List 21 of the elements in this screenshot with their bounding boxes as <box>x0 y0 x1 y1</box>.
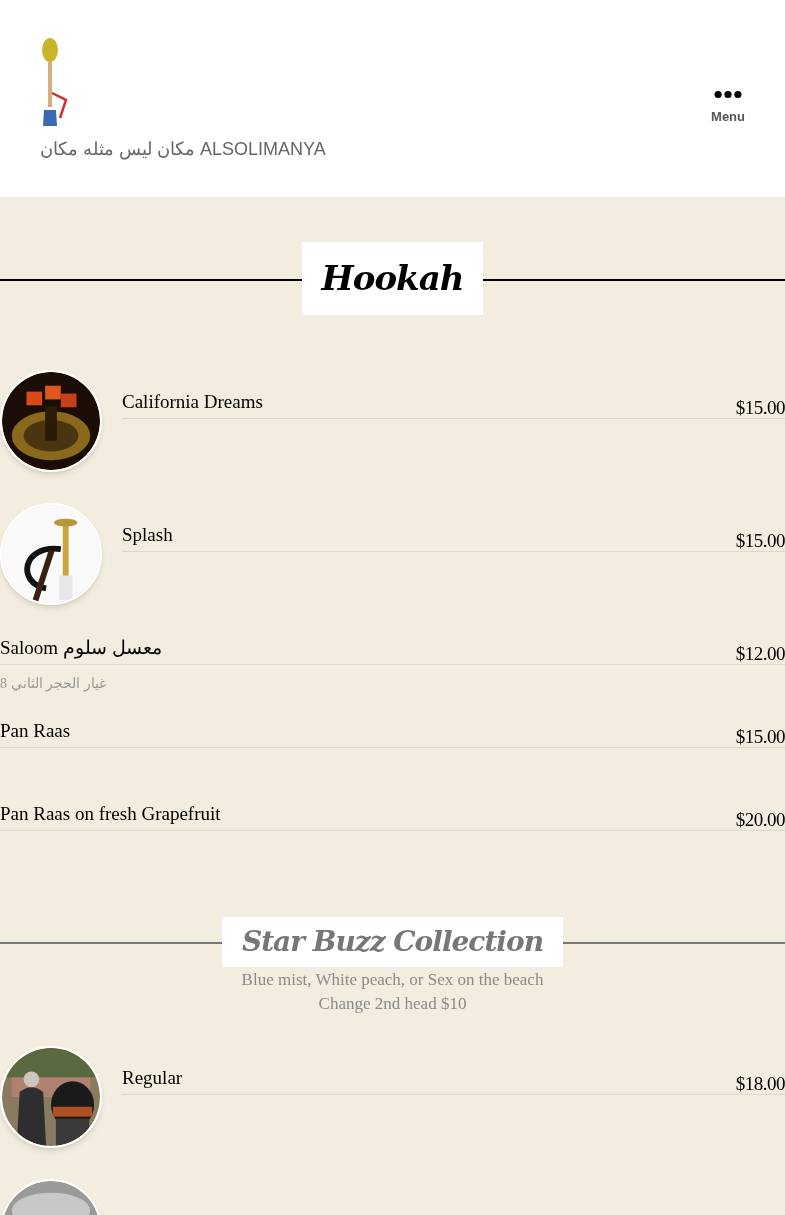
item-price: $15.00 <box>735 396 785 420</box>
item-price: $20.00 <box>735 808 785 832</box>
item-price: $15.00 <box>735 725 785 749</box>
item-name: Regular <box>122 1066 183 1090</box>
more-icon <box>714 90 742 99</box>
item-name: Pan Raas <box>0 719 71 743</box>
item-price: $12.00 <box>735 642 785 666</box>
item-name: Pan Raas on fresh Grapefruit <box>0 802 221 826</box>
menu-button[interactable]: Menu <box>711 90 745 127</box>
section-title: Hookah <box>301 242 484 315</box>
section-title: Star Buzz Collection <box>221 917 564 967</box>
item-description: غيار الحجر الثاني 8 <box>0 675 106 691</box>
item-price: $18.00 <box>735 1072 785 1096</box>
item-name: Splash <box>122 523 173 547</box>
site-tagline: مكان ليس مثله مكان ALSOLIMANYA <box>40 138 326 162</box>
item-price: $15.00 <box>735 529 785 553</box>
item-name: California Dreams <box>122 390 263 414</box>
section-note: Blue mist, White peach, or Sex on the beach <box>241 969 544 991</box>
section-note: Change 2nd head $10 <box>318 993 467 1015</box>
item-name: Saloom معسل سلوم <box>0 636 162 660</box>
hookah-logo[interactable] <box>40 38 70 128</box>
